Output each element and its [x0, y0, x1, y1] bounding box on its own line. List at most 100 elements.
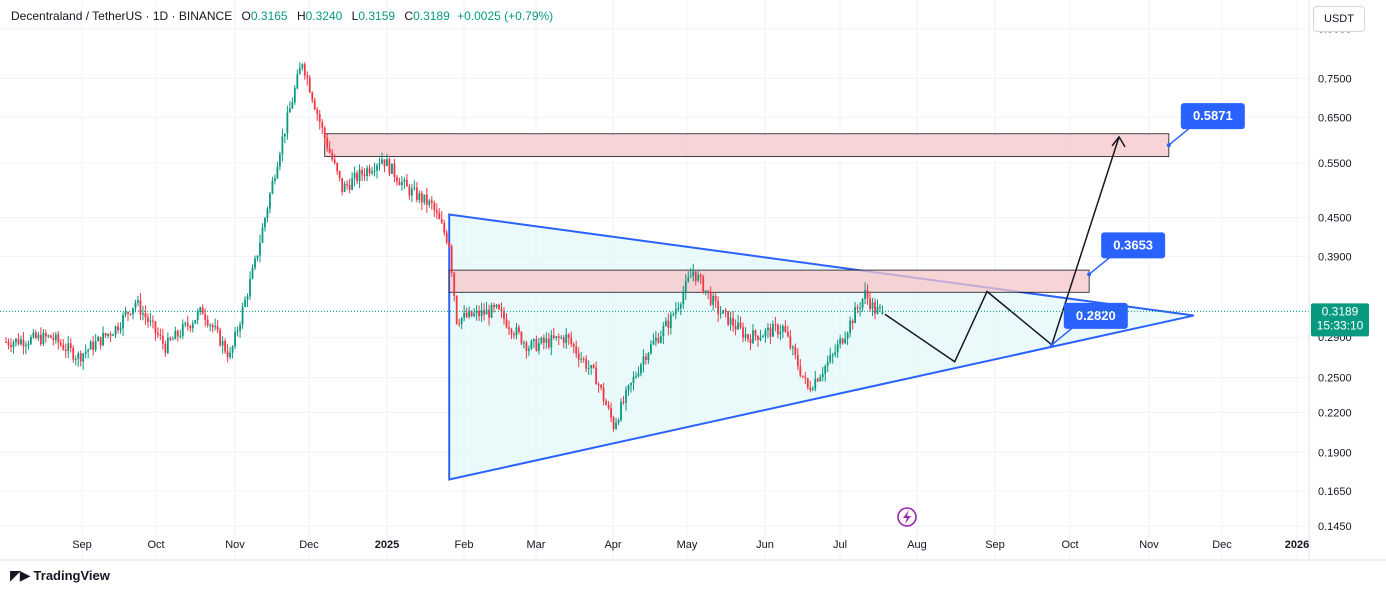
candle	[59, 339, 62, 348]
x-tick-label: Mar	[527, 539, 546, 551]
candle	[34, 329, 37, 340]
tradingview-logo[interactable]: ◤▶ TradingView	[10, 567, 110, 584]
candle	[383, 159, 386, 173]
price-callout[interactable]: 0.5871	[1166, 103, 1245, 148]
candle	[62, 338, 65, 351]
candle	[445, 229, 448, 245]
time-axis[interactable]: Sep Oct Nov Dec 2025 Feb Mar Apr May Jun Jul Aug Sep…	[72, 539, 1309, 551]
candle	[420, 190, 423, 211]
candle	[428, 198, 431, 208]
candle	[176, 329, 179, 342]
candle	[224, 338, 227, 354]
candle	[246, 293, 249, 307]
x-tick-label: Jun	[756, 539, 774, 551]
resistance-zone	[448, 269, 1090, 293]
x-tick-label: Feb	[455, 539, 474, 551]
events-icon[interactable]	[897, 507, 917, 527]
tradingview-logo-icon: ◤▶	[10, 567, 31, 583]
candle	[211, 323, 214, 333]
candle	[378, 157, 381, 171]
candle	[520, 331, 523, 346]
candle	[44, 329, 47, 343]
candle	[22, 331, 25, 355]
candle	[234, 326, 236, 349]
candle	[236, 326, 239, 337]
candle	[102, 326, 105, 347]
candle	[276, 161, 279, 180]
candle	[321, 119, 324, 135]
candle	[727, 311, 729, 327]
candle	[266, 206, 269, 223]
candle	[174, 326, 177, 340]
y-tick-label: 0.7500	[1318, 73, 1352, 85]
price-axis[interactable]: 0.90000.75000.65000.55000.45000.39000.32…	[1318, 24, 1352, 533]
candle	[293, 85, 296, 105]
candle	[164, 340, 167, 357]
currency-button[interactable]: USDT	[1313, 6, 1365, 32]
x-tick-label: Apr	[604, 539, 621, 551]
candle	[368, 164, 371, 177]
open-label: O	[241, 9, 251, 23]
x-tick-label: Oct	[1061, 539, 1078, 551]
candle	[194, 319, 197, 325]
candle	[435, 203, 438, 220]
brand-name: TradingView	[33, 568, 110, 583]
candle	[42, 328, 45, 346]
candle	[418, 190, 421, 204]
triangle-shape	[448, 213, 1194, 481]
candle	[39, 327, 42, 347]
x-tick-label: Nov	[1139, 539, 1159, 551]
candle	[279, 151, 281, 171]
candle	[10, 338, 12, 353]
candle	[401, 176, 403, 191]
price-chart[interactable]: 0.58710.36530.2820 0.90000.75000.65000.5…	[0, 0, 1386, 593]
candle	[149, 313, 152, 327]
y-tick-label: 0.5500	[1318, 158, 1352, 170]
candle	[231, 345, 234, 359]
candle	[455, 295, 458, 325]
y-tick-label: 0.1650	[1318, 486, 1352, 498]
candle	[15, 338, 17, 347]
candle	[137, 295, 139, 307]
y-tick-label: 0.4500	[1318, 213, 1352, 225]
x-tick-label: 2025	[375, 539, 399, 551]
candle	[269, 191, 271, 214]
y-tick-label: 0.1900	[1318, 447, 1352, 459]
candle	[152, 315, 154, 329]
candle	[376, 163, 378, 179]
candle	[348, 178, 351, 194]
candle	[99, 336, 102, 350]
candle	[430, 195, 433, 210]
candle	[166, 332, 169, 355]
candle	[259, 234, 261, 263]
candle	[298, 62, 301, 75]
candle	[147, 313, 149, 328]
candle	[57, 331, 60, 350]
candle	[79, 350, 82, 367]
candle	[52, 332, 55, 346]
candle	[281, 128, 284, 162]
symbol-title[interactable]: Decentraland / TetherUS · 1D · BINANCE	[11, 9, 232, 23]
candle	[343, 181, 346, 193]
candle	[338, 170, 341, 182]
candle	[72, 345, 75, 363]
candle	[127, 311, 129, 321]
candle	[316, 106, 319, 121]
candle	[303, 62, 306, 80]
price-callout[interactable]: 0.3653	[1087, 232, 1166, 277]
candle	[17, 333, 20, 346]
candle	[425, 187, 428, 214]
callout-label: 0.3653	[1113, 237, 1153, 252]
candle	[403, 177, 406, 190]
candle	[82, 352, 85, 370]
y-tick-label: 0.2200	[1318, 407, 1352, 419]
candle	[206, 315, 209, 328]
candle	[92, 336, 95, 356]
close-value: 0.3189	[413, 9, 450, 23]
change-value: +0.0025 (+0.79%)	[457, 9, 554, 23]
candle	[132, 307, 134, 320]
x-tick-label: Dec	[1212, 539, 1232, 551]
candle	[415, 182, 418, 203]
y-tick-label: 0.1450	[1318, 521, 1352, 533]
candle	[112, 333, 114, 336]
